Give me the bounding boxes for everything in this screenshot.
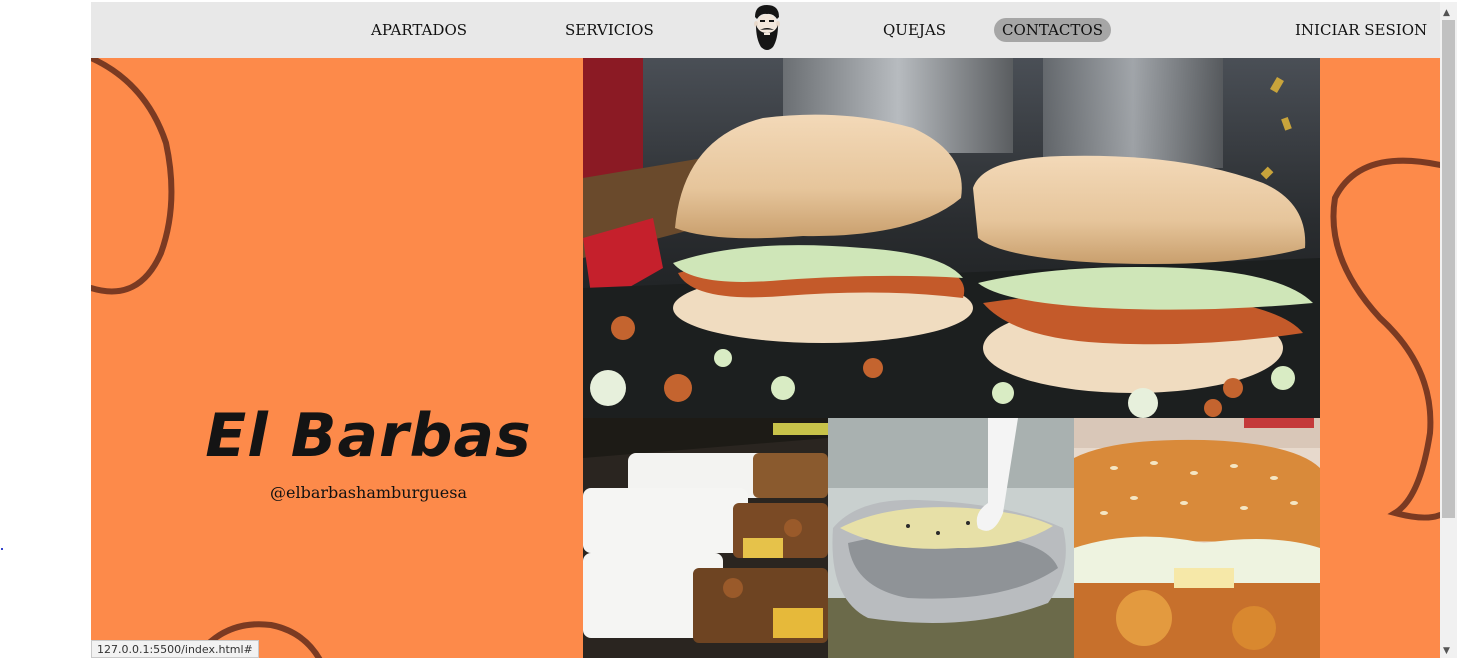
stray-dot	[1, 548, 3, 550]
baked-potato-photo	[828, 418, 1074, 658]
vertical-scrollbar[interactable]: ▲ ▼	[1440, 2, 1457, 658]
nav-link-quejas[interactable]: QUEJAS	[883, 18, 946, 42]
nav-link-iniciar-sesion[interactable]: INICIAR SESION	[1295, 18, 1427, 42]
sesame-burger-image	[1074, 418, 1320, 658]
takeout-containers-image	[583, 418, 828, 658]
swirl-decoration-right	[1330, 157, 1440, 521]
sesame-burger-photo	[1074, 418, 1320, 658]
scroll-up-arrow-icon[interactable]: ▲	[1443, 8, 1450, 18]
scroll-down-arrow-icon[interactable]: ▼	[1443, 646, 1450, 656]
brand-title: El Barbas	[205, 401, 532, 471]
bearded-man-logo[interactable]	[747, 3, 787, 55]
brand-handle: @elbarbashamburguesa	[270, 483, 467, 502]
page: APARTADOS SERVICIOS QUEJAS CONTACTOS INI…	[91, 2, 1440, 658]
nav-link-contactos[interactable]: CONTACTOS	[994, 18, 1111, 42]
tortas-photo-image	[583, 58, 1320, 418]
swirl-decoration-top-left	[91, 58, 175, 295]
hero-section: El Barbas @elbarbashamburguesa	[91, 58, 1440, 658]
nav-link-servicios[interactable]: SERVICIOS	[565, 18, 654, 42]
nav-link-apartados[interactable]: APARTADOS	[371, 18, 467, 42]
navbar: APARTADOS SERVICIOS QUEJAS CONTACTOS INI…	[91, 2, 1440, 58]
baked-potato-image	[828, 418, 1074, 658]
main-food-photo	[583, 58, 1320, 418]
takeout-containers-photo	[583, 418, 828, 658]
scrollbar-thumb[interactable]	[1442, 20, 1455, 518]
status-bar-url: 127.0.0.1:5500/index.html#	[91, 640, 259, 658]
